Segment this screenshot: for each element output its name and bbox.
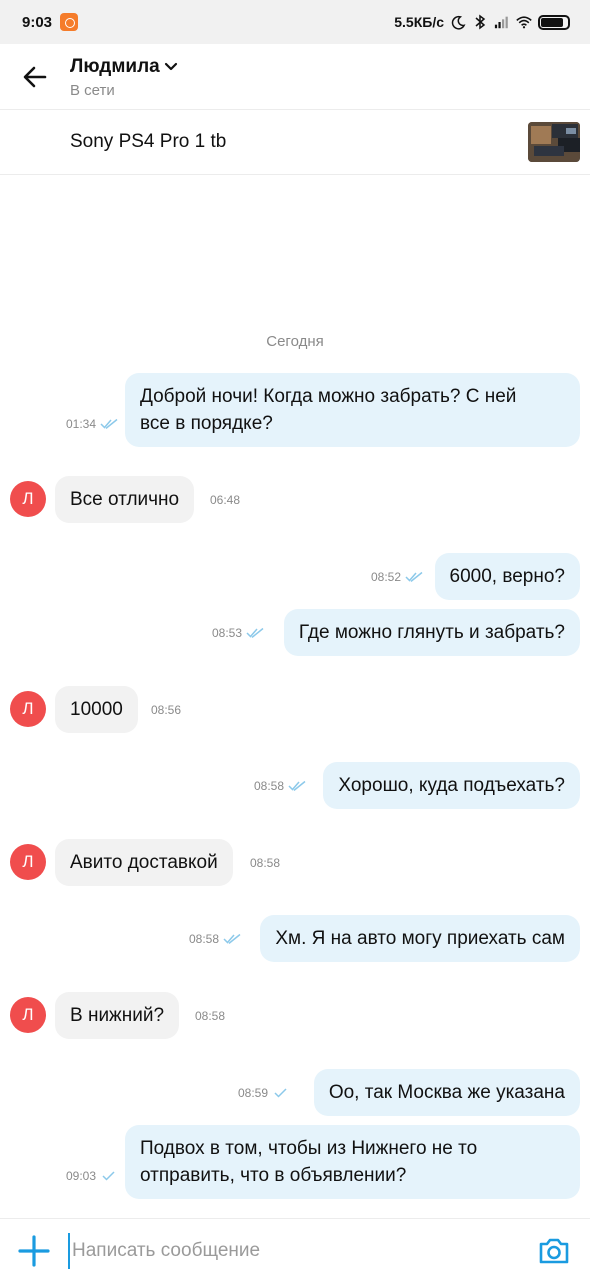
message-bubble: Оо, так Москва же указана — [313, 1069, 580, 1116]
message-time: 08:53 — [212, 626, 243, 640]
message-time: 06:48 — [210, 493, 241, 507]
signal-icon — [494, 14, 510, 30]
message-outgoing[interactable]: Подвох в том, чтобы из Нижнего не то отп… — [125, 1125, 580, 1199]
message-outgoing[interactable]: Доброй ночи! Когда можно забрать? С ней … — [125, 373, 580, 447]
avatar: Л — [10, 691, 46, 727]
message-outgoing[interactable]: Хорошо, куда подъехать? — [323, 762, 580, 809]
bluetooth-icon — [472, 14, 488, 30]
chat-header: Людмила В сети — [0, 44, 590, 110]
back-button[interactable] — [18, 62, 52, 92]
message-meta: 08:52 — [371, 570, 423, 584]
message-bubble: Доброй ночи! Когда можно забрать? С ней … — [125, 373, 580, 447]
double-check-icon — [246, 627, 264, 639]
avatar: Л — [10, 844, 46, 880]
message-bubble: Где можно глянуть и забрать? — [283, 609, 580, 656]
message-meta: 06:48 — [210, 493, 240, 507]
double-check-icon — [100, 418, 118, 430]
message-time: 01:34 — [66, 417, 97, 431]
message-meta: 08:58 — [195, 1009, 225, 1023]
attach-button[interactable] — [16, 1233, 52, 1269]
message-bubble: Подвох в том, чтобы из Нижнего не то отп… — [125, 1125, 580, 1199]
double-check-icon — [405, 571, 423, 583]
back-arrow-icon — [23, 66, 47, 88]
chevron-down-icon — [164, 62, 177, 71]
status-right: 5.5КБ/с — [394, 14, 570, 30]
message-text-line: Доброй ночи! Когда можно забрать? С ней — [140, 386, 517, 407]
message-time: 08:56 — [151, 703, 182, 717]
battery-icon — [538, 14, 570, 30]
message-bubble: Хм. Я на авто могу приехать сам — [260, 915, 580, 962]
message-text-line: все в порядке? — [140, 413, 273, 434]
message-bubble: Хорошо, куда подъехать? — [323, 762, 580, 809]
message-input[interactable] — [68, 1233, 508, 1269]
message-composer — [0, 1218, 590, 1280]
message-time: 08:58 — [250, 856, 281, 870]
message-bubble: 10000 — [55, 686, 138, 733]
wifi-icon — [516, 14, 532, 30]
message-text-line: Подвох в том, чтобы из Нижнего не то — [140, 1138, 478, 1159]
moon-icon — [450, 14, 466, 30]
message-incoming[interactable]: 10000 — [55, 686, 138, 733]
message-meta: 08:58 — [189, 932, 241, 946]
listing-banner[interactable]: Sony PS4 Pro 1 tb — [0, 110, 590, 175]
listing-thumbnail — [528, 122, 580, 162]
double-check-icon — [288, 780, 306, 792]
camera-icon — [539, 1238, 569, 1264]
message-time: 09:03 — [66, 1169, 97, 1183]
message-bubble: 6000, верно? — [434, 553, 580, 600]
message-meta: 08:58 — [250, 856, 280, 870]
message-outgoing[interactable]: Оо, так Москва же указана — [313, 1069, 580, 1116]
message-outgoing[interactable]: Где можно глянуть и забрать? — [283, 609, 580, 656]
message-time: 08:58 — [254, 779, 285, 793]
avatar: Л — [10, 481, 46, 517]
message-meta: 08:53 — [212, 626, 264, 640]
network-speed: 5.5КБ/с — [394, 14, 444, 30]
message-incoming[interactable]: Авито доставкой — [55, 839, 233, 886]
message-incoming[interactable]: В нижний? — [55, 992, 180, 1039]
message-bubble: Авито доставкой — [55, 839, 233, 886]
date-separator: Сегодня — [266, 333, 324, 350]
message-incoming[interactable]: Все отлично — [55, 476, 195, 523]
avatar: Л — [10, 997, 46, 1033]
message-time: 08:58 — [189, 932, 220, 946]
message-meta: 08:56 — [151, 703, 181, 717]
double-check-icon — [223, 933, 241, 945]
message-bubble: Все отлично — [55, 476, 195, 523]
contact-name: Людмила — [70, 56, 160, 77]
message-time: 08:58 — [195, 1009, 226, 1023]
app-notification-icon — [60, 13, 79, 31]
online-status: В сети — [70, 82, 115, 99]
message-meta: 09:03 — [66, 1169, 118, 1183]
message-outgoing[interactable]: 6000, верно? — [434, 553, 580, 600]
camera-button[interactable] — [536, 1233, 572, 1269]
status-bar: 9:03 5.5КБ/с — [0, 0, 590, 44]
message-text-line: отправить, что в объявлении? — [140, 1165, 407, 1186]
message-bubble: В нижний? — [55, 992, 180, 1039]
plus-icon — [18, 1235, 50, 1267]
message-time: 08:52 — [371, 570, 402, 584]
status-time: 9:03 — [22, 13, 53, 31]
message-meta: 01:34 — [66, 417, 118, 431]
message-time: 08:59 — [238, 1086, 269, 1100]
single-check-icon — [102, 1171, 115, 1181]
message-meta: 08:58 — [254, 779, 306, 793]
contact-name-dropdown[interactable]: Людмила — [70, 56, 178, 78]
listing-title: Sony PS4 Pro 1 tb — [70, 131, 227, 152]
message-meta: 08:59 — [238, 1086, 290, 1100]
message-outgoing[interactable]: Хм. Я на авто могу приехать сам — [260, 915, 580, 962]
single-check-icon — [274, 1088, 287, 1098]
